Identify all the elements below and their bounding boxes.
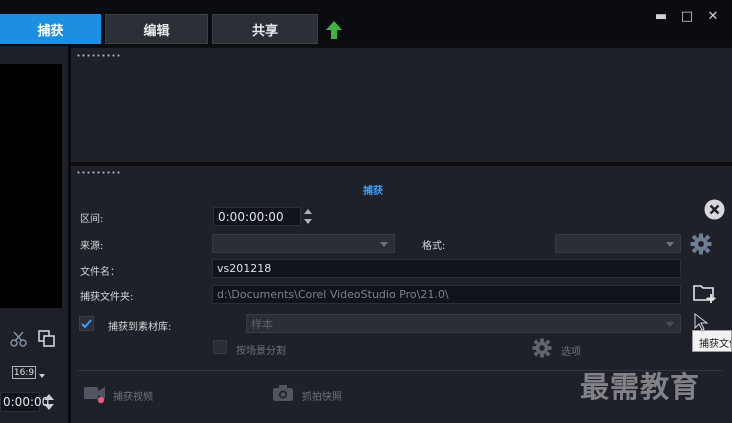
watermark-text: 最需教育 — [580, 370, 701, 404]
tab-edit[interactable]: 编辑 — [105, 14, 208, 44]
format-dropdown[interactable] — [555, 234, 681, 253]
preview-screen — [0, 64, 62, 308]
checkmark-icon — [81, 319, 92, 329]
tooltip: 捕获文件 — [692, 330, 732, 352]
close-window-button[interactable]: ✕ — [705, 8, 721, 24]
filename-input[interactable]: vs201218 — [212, 259, 681, 278]
aspect-ratio-button[interactable]: 16:9 — [12, 366, 36, 379]
minimize-button[interactable]: ▬ — [653, 8, 669, 24]
duration-label: 区间: — [80, 214, 104, 225]
library-label: 捕获到素材库: — [108, 322, 172, 333]
capture-grip-icon[interactable] — [76, 171, 121, 174]
maximize-button[interactable]: □ — [679, 8, 695, 24]
format-label: 格式: — [422, 241, 446, 252]
copy-frame-icon[interactable] — [38, 330, 56, 348]
folder-label: 捕获文件夹: — [80, 292, 134, 303]
library-checkbox[interactable] — [79, 316, 94, 331]
video-camera-icon[interactable] — [83, 384, 107, 404]
scissors-icon[interactable] — [10, 330, 28, 348]
source-dropdown[interactable] — [212, 234, 395, 253]
library-grip-icon[interactable] — [76, 54, 121, 57]
gear-icon[interactable] — [690, 233, 712, 255]
capture-video-label[interactable]: 捕获视频 — [113, 388, 153, 403]
chevron-down-icon — [666, 322, 674, 327]
timecode-field[interactable]: 0:00:00 — [0, 392, 49, 412]
library-panel — [71, 48, 732, 162]
folder-input[interactable]: d:\Documents\Corel VideoStudio Pro\21.0\ — [212, 285, 681, 304]
options-gear-icon[interactable] — [532, 338, 552, 358]
snapshot-label[interactable]: 抓拍快照 — [302, 388, 342, 403]
duration-stepper-icon[interactable] — [302, 207, 314, 226]
camera-icon[interactable] — [272, 384, 294, 402]
close-icon[interactable] — [704, 199, 725, 220]
chevron-down-icon — [380, 242, 388, 247]
split-checkbox[interactable] — [213, 340, 227, 354]
tab-capture[interactable]: 捕获 — [0, 14, 101, 44]
duration-field[interactable]: 0:00:00:00 — [213, 207, 301, 226]
upload-arrow-icon[interactable] — [325, 20, 343, 40]
cursor-icon — [694, 313, 709, 331]
chevron-down-icon — [666, 242, 674, 247]
filename-label: 文件名： — [80, 267, 120, 278]
folder-add-icon[interactable] — [693, 282, 717, 304]
capture-title: 捕获 — [363, 186, 383, 197]
library-value: 样本 — [251, 317, 273, 331]
source-label: 来源: — [80, 241, 104, 252]
tab-share[interactable]: 共享 — [212, 14, 318, 44]
options-label[interactable]: 选项 — [561, 343, 581, 358]
aspect-dropdown-icon[interactable] — [39, 374, 45, 378]
library-dropdown[interactable]: 样本 — [246, 314, 681, 333]
timecode-stepper-icon[interactable] — [43, 392, 55, 412]
split-label: 按场景分割 — [236, 346, 286, 357]
